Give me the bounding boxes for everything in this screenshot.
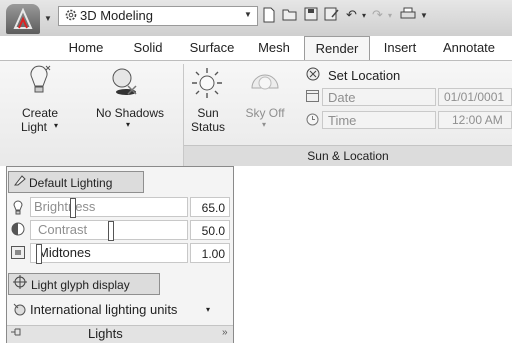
date-value: 01/01/0001	[444, 90, 505, 104]
app-menu-chevron-icon[interactable]: ▼	[44, 14, 52, 23]
tab-insert[interactable]: Insert	[374, 36, 426, 60]
autocad-logo-icon	[13, 8, 33, 29]
no-shadows-icon[interactable]	[108, 66, 140, 101]
contrast-slider-thumb[interactable]	[108, 221, 114, 241]
application-menu-button[interactable]	[6, 4, 40, 34]
save-icon[interactable]	[304, 7, 318, 24]
tab-solid[interactable]: Solid	[124, 36, 172, 60]
default-lighting-button[interactable]: Default Lighting	[8, 171, 144, 193]
gear-icon	[64, 8, 78, 25]
midtones-icon	[11, 246, 25, 262]
tab-render[interactable]: Render	[304, 36, 370, 60]
light-glyph-display-label: Light glyph display	[31, 278, 130, 292]
midtones-value[interactable]: 1.00	[190, 243, 230, 263]
sun-status-label[interactable]: Sun	[188, 106, 228, 120]
light-glyph-icon	[13, 274, 31, 296]
redo-icon[interactable]: ↷	[372, 7, 383, 23]
create-light-icon[interactable]	[24, 64, 54, 101]
midtones-slider-thumb[interactable]	[36, 244, 42, 264]
sun-status-icon[interactable]	[190, 66, 224, 103]
brightness-icon	[12, 199, 24, 218]
clock-icon	[306, 113, 319, 129]
contrast-value[interactable]: 50.0	[190, 220, 230, 240]
panel-expand-icon[interactable]: »	[222, 327, 228, 338]
create-light-chevron-down-icon[interactable]: ▾	[54, 121, 58, 130]
tab-annotate[interactable]: Annotate	[434, 36, 504, 60]
create-light-label[interactable]: Create	[14, 106, 66, 120]
date-label: Date	[328, 90, 356, 105]
redo-dropdown-icon[interactable]: ▾	[388, 11, 392, 20]
lighting-units-chevron-down-icon[interactable]: ▾	[206, 305, 210, 314]
sky-off-icon[interactable]	[248, 66, 282, 103]
brightness-value[interactable]: 65.0	[190, 197, 230, 217]
undo-icon[interactable]: ↶	[346, 7, 357, 23]
workspace-chevron-down-icon[interactable]: ▼	[244, 10, 252, 19]
sky-off-chevron-down-icon[interactable]: ▾	[262, 120, 266, 129]
default-lighting-label: Default Lighting	[29, 176, 113, 190]
customize-toolbar-icon[interactable]: ▼	[420, 11, 428, 20]
no-shadows-label[interactable]: No Shadows	[86, 106, 174, 120]
contrast-label: Contrast	[38, 222, 88, 237]
workspace-name: 3D Modeling	[80, 8, 153, 23]
brightness-label: Brightness	[34, 199, 96, 214]
tab-home[interactable]: Home	[62, 36, 110, 60]
open-folder-icon[interactable]	[282, 7, 298, 24]
pin-icon[interactable]	[10, 326, 22, 341]
set-location-label[interactable]: Set Location	[328, 68, 400, 83]
sun-location-panel-title[interactable]: Sun & Location	[184, 145, 512, 166]
calendar-icon	[306, 90, 319, 105]
set-location-icon[interactable]	[306, 67, 320, 84]
no-shadows-chevron-down-icon[interactable]: ▾	[126, 120, 130, 129]
light-glyph-display-button[interactable]: Light glyph display	[8, 273, 160, 295]
midtones-label: Midtones	[38, 245, 91, 260]
undo-dropdown-icon[interactable]: ▾	[362, 11, 366, 20]
plot-icon[interactable]	[400, 7, 416, 24]
default-lighting-icon	[13, 172, 29, 194]
lighting-units-icon	[12, 302, 26, 319]
brightness-slider-thumb[interactable]	[70, 198, 76, 218]
tab-surface[interactable]: Surface	[184, 36, 240, 60]
create-light-label-line2[interactable]: Light	[14, 120, 54, 134]
time-label: Time	[328, 113, 357, 128]
new-file-icon[interactable]	[262, 7, 276, 26]
sun-status-label-line2[interactable]: Status	[186, 120, 230, 134]
time-value: 12:00 AM	[452, 113, 503, 127]
lighting-units-dropdown[interactable]: International lighting units	[30, 302, 177, 317]
lights-panel-title: Lights	[88, 326, 123, 341]
contrast-icon	[11, 222, 25, 239]
tab-mesh[interactable]: Mesh	[252, 36, 296, 60]
sky-off-label[interactable]: Sky Off	[240, 106, 290, 120]
save-as-icon[interactable]	[324, 7, 340, 24]
